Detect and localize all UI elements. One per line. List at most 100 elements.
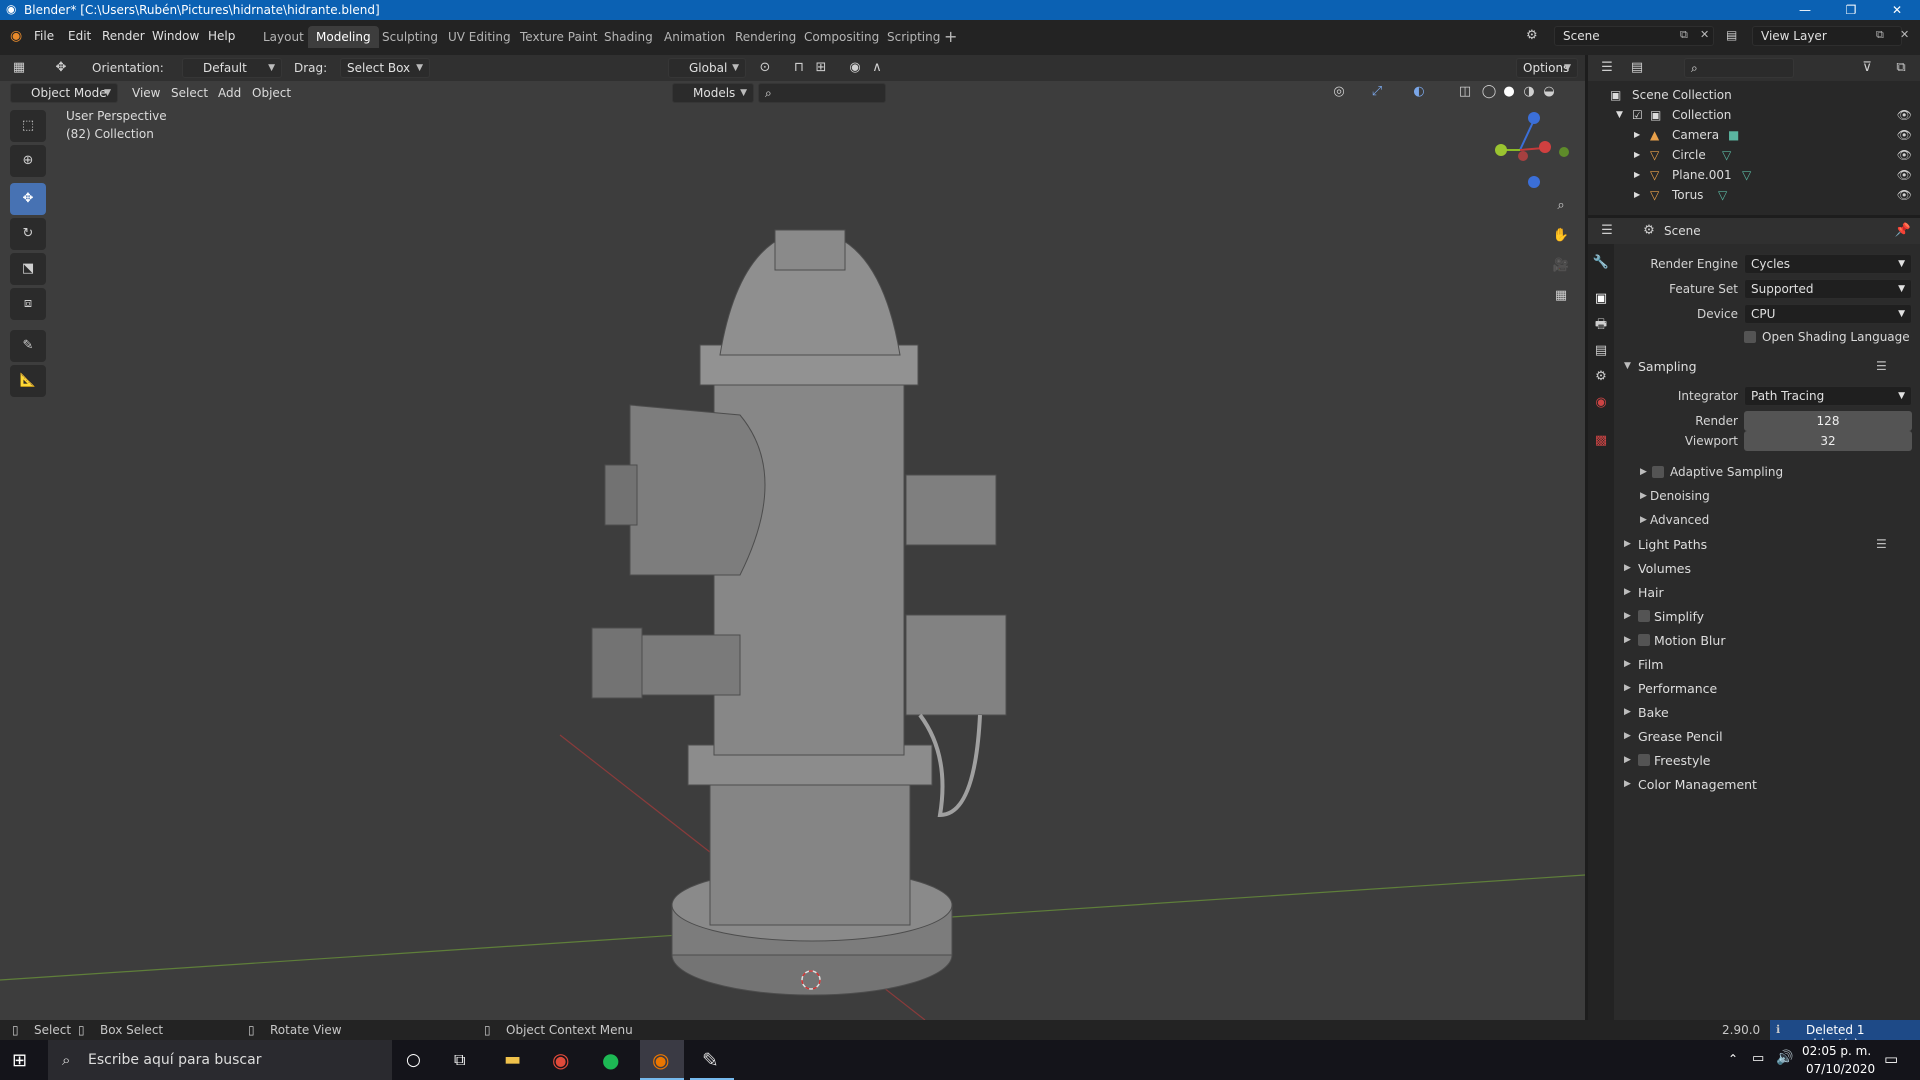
windows-start-icon[interactable]: ⊞ — [12, 1050, 27, 1071]
expand-arrow-icon[interactable]: ▶ — [1624, 563, 1631, 573]
display-mode-icon[interactable]: ▤ — [1628, 59, 1646, 77]
volumes-panel[interactable]: Volumes — [1638, 561, 1691, 576]
tab-sculpting[interactable]: Sculpting — [374, 26, 446, 48]
outliner-row-torus[interactable]: ▶ ▽ Torus ▽ 👁 — [1588, 185, 1920, 205]
expand-arrow-icon[interactable]: ▶ — [1624, 659, 1631, 669]
outliner-row-circle[interactable]: ▶ ▽ Circle ▽ 👁 — [1588, 145, 1920, 165]
expand-arrow-icon[interactable]: ▶ — [1634, 190, 1640, 199]
expand-arrow-icon[interactable]: ▼ — [1616, 110, 1623, 120]
tab-compositing[interactable]: Compositing — [796, 26, 887, 48]
taskbar-blender-active[interactable]: ◉ — [640, 1040, 684, 1080]
adaptive-sampling-label[interactable]: Adaptive Sampling — [1670, 465, 1783, 479]
notifications-icon[interactable]: ▭ — [1884, 1050, 1898, 1068]
eye-icon[interactable]: 👁 — [1897, 148, 1912, 162]
tab-modeling[interactable]: Modeling — [308, 26, 379, 48]
new-scene-icon[interactable]: ⧉ — [1680, 28, 1688, 42]
eye-icon[interactable]: 👁 — [1897, 128, 1912, 142]
taskbar-paint-app[interactable]: ✎ — [690, 1040, 734, 1080]
denoising-subpanel-label[interactable]: Denoising — [1650, 489, 1710, 503]
expand-arrow-icon[interactable]: ▶ — [1624, 539, 1631, 549]
eye-icon[interactable]: 👁 — [1897, 108, 1912, 122]
add-workspace-icon[interactable]: + — [944, 27, 957, 46]
camera-view-icon[interactable]: 🎥 — [1552, 257, 1570, 275]
menu-window[interactable]: Window — [152, 29, 199, 43]
presets-icon[interactable]: ☰ — [1876, 537, 1887, 551]
new-view-layer-icon[interactable]: ⧉ — [1876, 28, 1884, 42]
render-samples-field[interactable]: 128 — [1744, 411, 1912, 431]
measure-tool[interactable]: 📐 — [10, 365, 46, 397]
file-explorer-icon[interactable]: ▬ — [504, 1049, 521, 1070]
cortana-icon[interactable]: ○ — [406, 1050, 421, 1070]
freestyle-panel[interactable]: Freestyle — [1654, 753, 1711, 768]
cursor-tool[interactable]: ⊕ — [10, 145, 46, 177]
presets-icon[interactable]: ☰ — [1876, 359, 1887, 373]
outliner-row-collection[interactable]: ▼ ☑ ▣ Collection 👁 — [1588, 105, 1920, 125]
checkbox-icon[interactable]: ☑ — [1632, 108, 1643, 122]
expand-arrow-icon[interactable]: ▶ — [1624, 611, 1631, 621]
close-button[interactable]: ✕ — [1874, 0, 1920, 20]
tab-uv-editing[interactable]: UV Editing — [440, 26, 519, 48]
clock-date[interactable]: 07/10/2020 — [1806, 1062, 1875, 1076]
select-box-tool[interactable]: ⬚ — [10, 110, 46, 142]
expand-arrow-icon[interactable]: ▶ — [1640, 467, 1647, 477]
integrator-dropdown[interactable]: Path Tracing ▼ — [1744, 386, 1912, 406]
clock-time[interactable]: 02:05 p. m. — [1802, 1044, 1871, 1058]
expand-arrow-icon[interactable]: ▶ — [1640, 491, 1647, 501]
delete-view-layer-icon[interactable]: ✕ — [1900, 28, 1909, 41]
blender-menu-icon[interactable]: ◉ — [10, 28, 22, 44]
bake-panel[interactable]: Bake — [1638, 705, 1669, 720]
status-message[interactable]: ℹ Deleted 1 object(s) — [1770, 1020, 1920, 1051]
menu-render[interactable]: Render — [102, 29, 145, 43]
tab-layout[interactable]: Layout — [255, 26, 312, 48]
menu-file[interactable]: File — [34, 29, 54, 43]
scene-field[interactable]: Scene — [1554, 26, 1714, 46]
new-collection-icon[interactable]: ⧉ — [1892, 59, 1910, 77]
tab-rendering[interactable]: Rendering — [727, 26, 804, 48]
expand-arrow-icon[interactable]: ▶ — [1624, 707, 1631, 717]
film-panel[interactable]: Film — [1638, 657, 1663, 672]
viewport-samples-field[interactable]: 32 — [1744, 431, 1912, 451]
scale-tool[interactable]: ⬔ — [10, 253, 46, 285]
adaptive-sampling-checkbox[interactable] — [1652, 466, 1664, 478]
feature-set-dropdown[interactable]: Supported ▼ — [1744, 279, 1912, 299]
outliner-row-plane[interactable]: ▶ ▽ Plane.001 ▽ 👁 — [1588, 165, 1920, 185]
grease-pencil-panel[interactable]: Grease Pencil — [1638, 729, 1723, 744]
tab-texture-paint[interactable]: Texture Paint — [512, 26, 605, 48]
tab-scripting[interactable]: Scripting — [879, 26, 948, 48]
render-engine-dropdown[interactable]: Cycles ▼ — [1744, 254, 1912, 274]
simplify-panel[interactable]: Simplify — [1654, 609, 1704, 624]
menu-help[interactable]: Help — [208, 29, 235, 43]
expand-arrow-icon[interactable]: ▶ — [1624, 731, 1631, 741]
expand-arrow-icon[interactable]: ▶ — [1624, 755, 1631, 765]
light-paths-panel[interactable]: Light Paths — [1638, 537, 1707, 552]
pin-icon[interactable]: 📌 — [1894, 222, 1912, 240]
annotate-tool[interactable]: ✎ — [10, 330, 46, 362]
taskbar-search[interactable]: ⌕ Escribe aquí para buscar — [48, 1040, 392, 1080]
osl-checkbox[interactable] — [1744, 331, 1756, 343]
expand-arrow-icon[interactable]: ▶ — [1634, 130, 1640, 139]
chrome-icon[interactable]: ◉ — [552, 1048, 569, 1072]
move-tool[interactable]: ✥ — [10, 183, 46, 215]
color-management-panel[interactable]: Color Management — [1638, 777, 1757, 792]
expand-arrow-icon[interactable]: ▶ — [1624, 587, 1631, 597]
pan-hand-icon[interactable]: ✋ — [1552, 227, 1570, 245]
properties-editor-type-icon[interactable]: ☰ — [1598, 222, 1616, 240]
3d-viewport[interactable]: ▦ ✥ Orientation: Default ▼ Drag: Select B… — [0, 55, 1585, 1020]
task-view-icon[interactable]: ⧉ — [454, 1050, 465, 1070]
expand-arrow-icon[interactable]: ▶ — [1634, 150, 1640, 159]
motion-blur-checkbox[interactable] — [1638, 634, 1650, 646]
scene-tab-icon[interactable]: ⚙ — [1592, 368, 1610, 386]
menu-edit[interactable]: Edit — [68, 29, 91, 43]
simplify-checkbox[interactable] — [1638, 610, 1650, 622]
volume-icon[interactable]: 🔊 — [1776, 1050, 1793, 1066]
outliner-search-field[interactable]: ⌕ — [1684, 58, 1794, 78]
spotify-icon[interactable]: ● — [602, 1048, 619, 1072]
outliner-editor-type-icon[interactable]: ☰ — [1598, 59, 1616, 77]
eye-icon[interactable]: 👁 — [1897, 188, 1912, 202]
expand-arrow-icon[interactable]: ▶ — [1624, 683, 1631, 693]
filter-icon[interactable]: ⊽ — [1858, 59, 1876, 77]
ortho-grid-icon[interactable]: ▦ — [1552, 287, 1570, 305]
minimize-button[interactable]: — — [1782, 0, 1828, 20]
sampling-collapse-icon[interactable]: ▼ — [1624, 361, 1631, 371]
rotate-tool[interactable]: ↻ — [10, 218, 46, 250]
